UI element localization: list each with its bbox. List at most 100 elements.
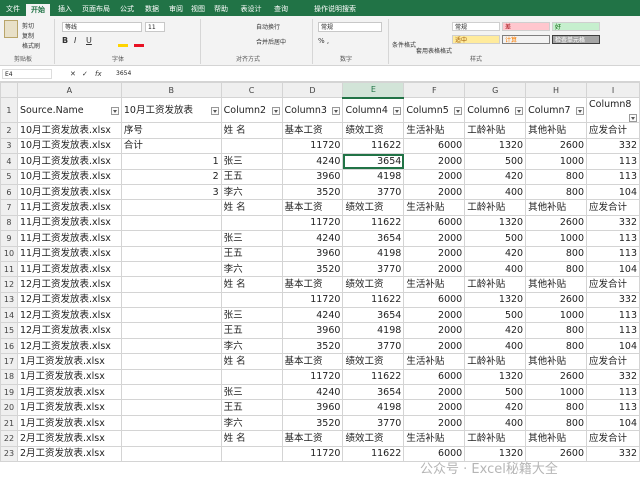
table-cell[interactable]: 3654 bbox=[342, 307, 405, 324]
table-cell[interactable]: 2600 bbox=[525, 291, 587, 309]
row-header[interactable]: 11 bbox=[0, 260, 18, 278]
table-cell[interactable]: 姓 名 bbox=[220, 276, 283, 293]
table-cell[interactable]: 李六 bbox=[220, 337, 283, 355]
table-cell[interactable]: 1000 bbox=[525, 230, 587, 247]
column-header[interactable]: D bbox=[281, 81, 344, 99]
table-cell[interactable]: 11622 bbox=[342, 137, 405, 155]
table-cell[interactable]: 11720 bbox=[281, 445, 344, 462]
style-neutral[interactable]: 适中 bbox=[452, 35, 500, 44]
table-cell[interactable]: 基本工资 bbox=[281, 276, 344, 293]
table-cell[interactable]: 3654 bbox=[342, 153, 405, 170]
table-cell[interactable]: 11月工资发放表.xlsx bbox=[16, 230, 122, 247]
table-header-cell[interactable]: Column5 bbox=[403, 97, 466, 124]
table-cell[interactable] bbox=[120, 307, 222, 324]
table-cell[interactable]: 4240 bbox=[281, 307, 344, 324]
table-cell[interactable]: 应发合计 bbox=[586, 430, 640, 447]
table-cell[interactable]: 3520 bbox=[281, 183, 344, 201]
table-cell[interactable]: 姓 名 bbox=[220, 353, 283, 370]
table-cell[interactable]: 张三 bbox=[220, 384, 283, 401]
font-name-dropdown[interactable]: 等线 bbox=[62, 22, 142, 32]
table-cell[interactable]: 400 bbox=[464, 260, 527, 278]
table-cell[interactable]: 其他补贴 bbox=[525, 276, 587, 293]
table-cell[interactable] bbox=[220, 368, 283, 386]
ribbon-tab[interactable]: 查询 bbox=[270, 3, 292, 16]
row-header[interactable]: 3 bbox=[0, 137, 18, 155]
conditional-format-button[interactable]: 条件格式 bbox=[392, 40, 416, 49]
table-cell[interactable]: 2000 bbox=[403, 337, 466, 355]
row-header[interactable]: 15 bbox=[0, 322, 18, 339]
merge-center-button[interactable]: 合并后居中 bbox=[256, 37, 286, 46]
table-cell[interactable]: 绩效工资 bbox=[342, 353, 405, 370]
table-cell[interactable]: 工龄补贴 bbox=[464, 353, 527, 370]
filter-dropdown-icon[interactable] bbox=[332, 106, 341, 115]
table-cell[interactable]: 4240 bbox=[281, 384, 344, 401]
format-painter-button[interactable]: 格式刷 bbox=[22, 41, 40, 50]
table-cell[interactable]: 2000 bbox=[403, 322, 466, 339]
filter-dropdown-icon[interactable] bbox=[576, 106, 584, 115]
table-cell[interactable]: 生活补贴 bbox=[403, 276, 466, 293]
table-cell[interactable]: 4198 bbox=[342, 168, 405, 185]
table-cell[interactable]: 500 bbox=[464, 384, 527, 401]
table-cell[interactable]: 12月工资发放表.xlsx bbox=[16, 276, 122, 293]
table-cell[interactable]: 2000 bbox=[403, 260, 466, 278]
cancel-icon[interactable]: ✕ bbox=[70, 70, 76, 78]
table-cell[interactable]: 4198 bbox=[342, 322, 405, 339]
table-cell[interactable]: 3770 bbox=[342, 414, 405, 432]
table-cell[interactable]: 工龄补贴 bbox=[464, 199, 527, 216]
ribbon-tab[interactable]: 公式 bbox=[116, 3, 138, 16]
table-cell[interactable]: 113 bbox=[586, 168, 640, 185]
table-cell[interactable]: 3960 bbox=[281, 168, 344, 185]
table-cell[interactable]: 李六 bbox=[220, 260, 283, 278]
table-cell[interactable]: 2000 bbox=[403, 153, 466, 170]
row-header[interactable]: 14 bbox=[0, 307, 18, 324]
table-cell[interactable]: 10月工资发放表.xlsx bbox=[16, 122, 122, 139]
table-cell[interactable] bbox=[220, 291, 283, 309]
table-cell[interactable]: 其他补贴 bbox=[525, 430, 587, 447]
table-header-cell[interactable]: Column3 bbox=[281, 97, 344, 124]
table-cell[interactable]: 1月工资发放表.xlsx bbox=[16, 353, 122, 370]
table-cell[interactable]: 其他补贴 bbox=[525, 122, 587, 139]
row-header[interactable]: 7 bbox=[0, 199, 18, 216]
table-cell[interactable]: 应发合计 bbox=[586, 199, 640, 216]
table-header-cell[interactable]: Column8 bbox=[586, 97, 640, 124]
table-cell[interactable]: 104 bbox=[586, 414, 640, 432]
table-cell[interactable]: 生活补贴 bbox=[403, 430, 466, 447]
table-cell[interactable]: 其他补贴 bbox=[525, 199, 587, 216]
table-cell[interactable]: 332 bbox=[586, 291, 640, 309]
table-cell[interactable]: 11720 bbox=[281, 137, 344, 155]
table-cell[interactable] bbox=[120, 430, 222, 447]
table-cell[interactable]: 113 bbox=[586, 153, 640, 170]
table-cell[interactable]: 800 bbox=[525, 322, 587, 339]
table-cell[interactable]: 400 bbox=[464, 337, 527, 355]
fill-color-button[interactable] bbox=[118, 37, 128, 47]
table-cell[interactable] bbox=[120, 199, 222, 216]
table-cell[interactable]: 工龄补贴 bbox=[464, 276, 527, 293]
row-header[interactable]: 20 bbox=[0, 399, 18, 416]
table-cell[interactable] bbox=[120, 414, 222, 432]
table-cell[interactable]: 4240 bbox=[281, 230, 344, 247]
number-format-dropdown[interactable]: 常规 bbox=[318, 22, 382, 32]
table-cell[interactable]: 500 bbox=[464, 230, 527, 247]
table-cell[interactable]: 王五 bbox=[220, 322, 283, 339]
table-cell[interactable]: 332 bbox=[586, 368, 640, 386]
column-header[interactable]: A bbox=[16, 81, 122, 99]
table-cell[interactable] bbox=[120, 384, 222, 401]
bold-button[interactable]: B bbox=[62, 36, 68, 45]
table-cell[interactable]: 工龄补贴 bbox=[464, 430, 527, 447]
table-cell[interactable]: 李六 bbox=[220, 414, 283, 432]
table-cell[interactable]: 生活补贴 bbox=[403, 122, 466, 139]
table-cell[interactable] bbox=[120, 368, 222, 386]
table-cell[interactable]: 113 bbox=[586, 245, 640, 262]
ribbon-tab[interactable]: 数据 bbox=[142, 3, 162, 16]
table-cell[interactable]: 绩效工资 bbox=[342, 122, 405, 139]
column-header[interactable]: B bbox=[120, 81, 222, 99]
table-cell[interactable]: 104 bbox=[586, 337, 640, 355]
table-cell[interactable]: 800 bbox=[525, 260, 587, 278]
table-cell[interactable]: 11月工资发放表.xlsx bbox=[16, 260, 122, 278]
ribbon-tab[interactable]: 页面布局 bbox=[80, 3, 112, 16]
table-cell[interactable]: 3520 bbox=[281, 337, 344, 355]
table-cell[interactable]: 张三 bbox=[220, 307, 283, 324]
table-cell[interactable]: 1000 bbox=[525, 307, 587, 324]
table-cell[interactable]: 绩效工资 bbox=[342, 199, 405, 216]
table-cell[interactable]: 1月工资发放表.xlsx bbox=[16, 368, 122, 386]
